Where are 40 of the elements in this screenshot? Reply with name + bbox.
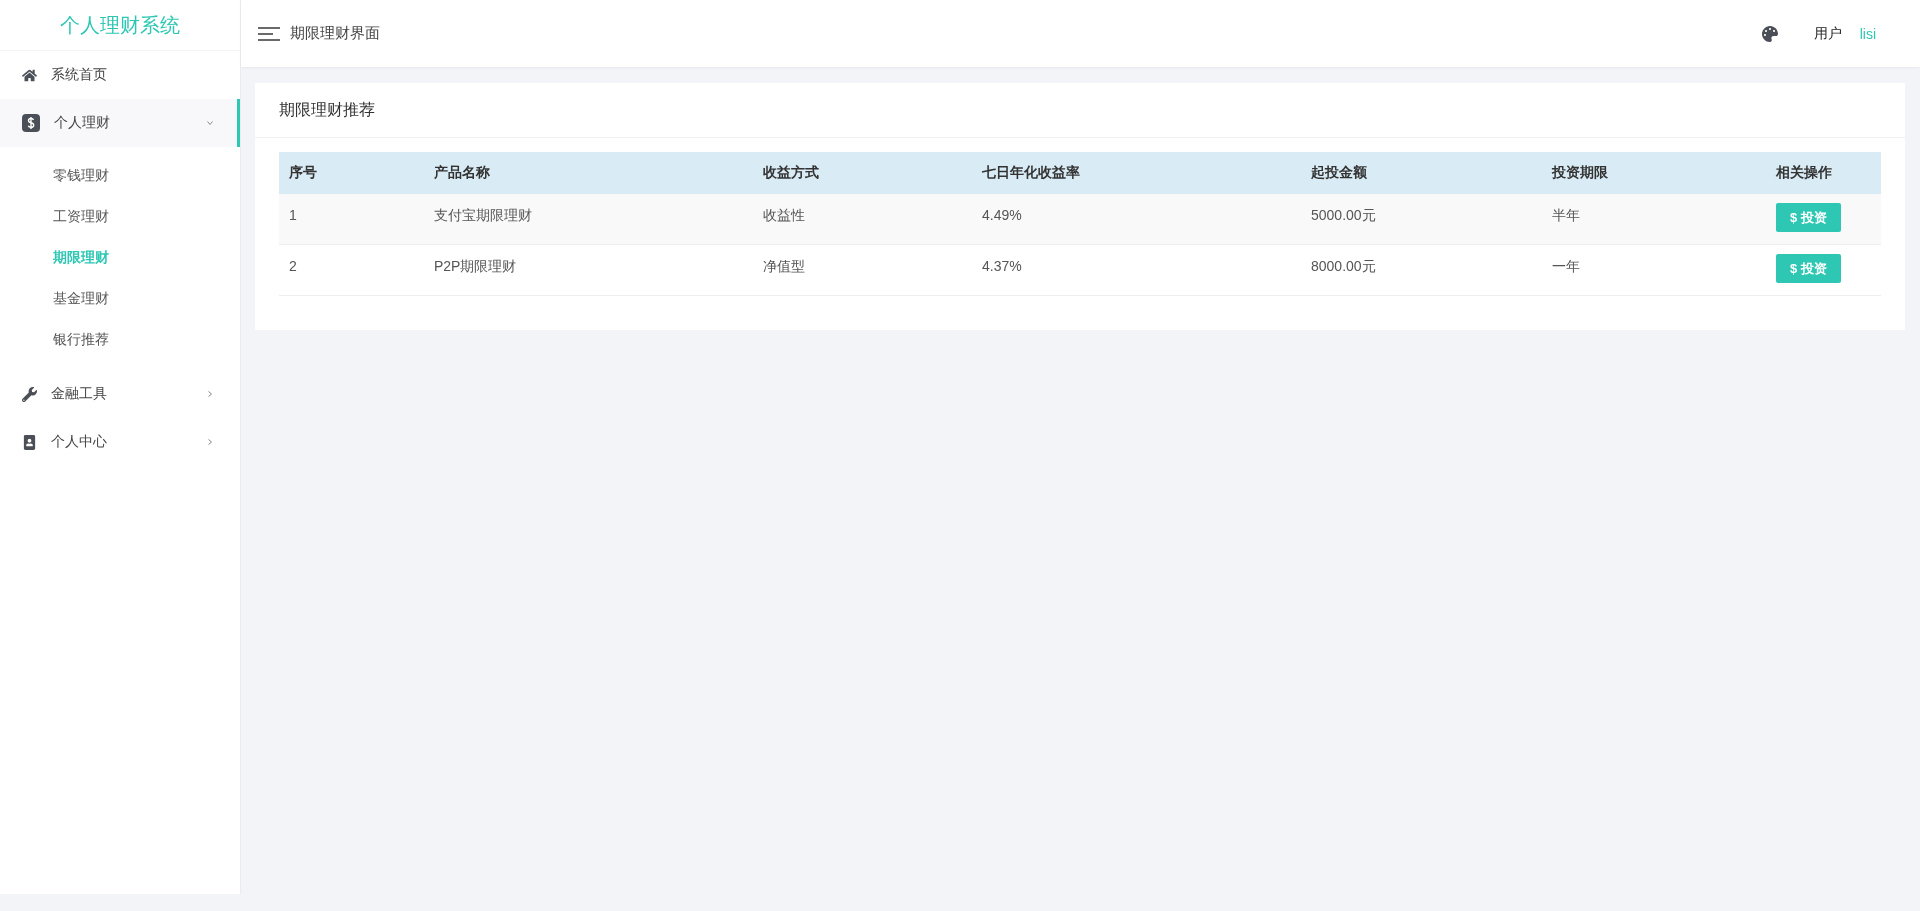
table-cell: 5000.00元 bbox=[1301, 194, 1542, 245]
column-header: 起投金额 bbox=[1301, 152, 1542, 194]
table-cell: 4.49% bbox=[972, 194, 1301, 245]
chevron-right-icon bbox=[207, 391, 213, 397]
card-title: 期限理财推荐 bbox=[255, 83, 1905, 138]
submenu-item[interactable]: 零钱理财 bbox=[0, 155, 240, 196]
contact-card-icon bbox=[22, 434, 37, 450]
table-cell: 4.37% bbox=[972, 244, 1301, 296]
table-cell: 半年 bbox=[1542, 194, 1766, 245]
sidebar-item[interactable]: 系统首页 bbox=[0, 51, 240, 99]
wrench-icon bbox=[22, 386, 37, 402]
table-cell: 收益性 bbox=[753, 194, 972, 245]
table-cell: 净值型 bbox=[753, 244, 972, 296]
table-cell: 1 bbox=[279, 194, 424, 245]
home-icon bbox=[22, 67, 37, 83]
column-header: 投资期限 bbox=[1542, 152, 1766, 194]
palette-icon[interactable] bbox=[1761, 25, 1778, 42]
sidebar-item[interactable]: 个人理财 bbox=[0, 99, 240, 147]
column-header: 序号 bbox=[279, 152, 424, 194]
column-header: 收益方式 bbox=[753, 152, 972, 194]
app-logo-title: 个人理财系统 bbox=[0, 0, 240, 51]
chevron-right-icon bbox=[207, 439, 213, 445]
submenu-item[interactable]: 基金理财 bbox=[0, 278, 240, 319]
submenu-item[interactable]: 银行推荐 bbox=[0, 319, 240, 360]
sidebar-item[interactable]: 个人中心 bbox=[0, 418, 240, 466]
column-header: 产品名称 bbox=[424, 152, 753, 194]
menu-icon[interactable] bbox=[258, 26, 280, 41]
table-cell: 2 bbox=[279, 244, 424, 296]
dollar-icon bbox=[22, 114, 40, 132]
chevron-down-icon bbox=[207, 120, 213, 126]
column-header: 七日年化收益率 bbox=[972, 152, 1301, 194]
sidebar-item[interactable]: 金融工具 bbox=[0, 370, 240, 418]
table-cell: 8000.00元 bbox=[1301, 244, 1542, 296]
table-cell: P2P期限理财 bbox=[424, 244, 753, 296]
table-cell: 支付宝期限理财 bbox=[424, 194, 753, 245]
page-title: 期限理财界面 bbox=[290, 24, 381, 43]
table-cell: 一年 bbox=[1542, 244, 1766, 296]
submenu-item[interactable]: 工资理财 bbox=[0, 196, 240, 237]
column-header: 相关操作 bbox=[1766, 152, 1881, 194]
user-label: 用户 bbox=[1813, 24, 1842, 43]
